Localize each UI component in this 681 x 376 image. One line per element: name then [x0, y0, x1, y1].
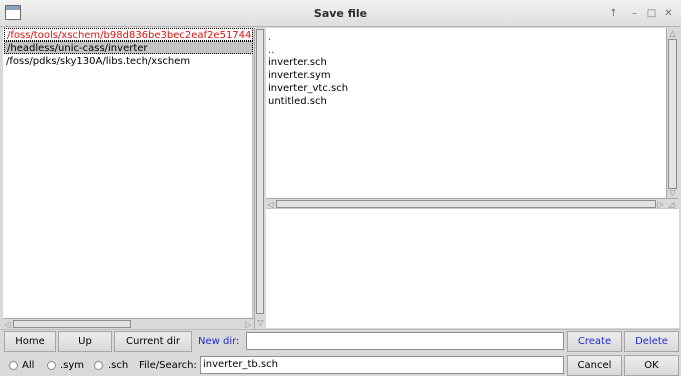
- scrollbar-thumb[interactable]: [276, 200, 656, 208]
- directory-vertical-scrollbar[interactable]: ▽: [254, 28, 265, 329]
- scrollbar-thumb[interactable]: [13, 320, 131, 328]
- file-list-item[interactable]: inverter.sch: [268, 56, 327, 69]
- new-dir-label: New dir:: [198, 336, 240, 347]
- minimize-icon[interactable]: –: [628, 7, 641, 20]
- maximize-icon[interactable]: □: [645, 7, 658, 20]
- directory-item[interactable]: /foss/pdks/sky130A/libs.tech/xschem: [4, 55, 190, 68]
- filter-sch-label: .sch: [108, 360, 129, 371]
- filter-sch-radio[interactable]: [94, 361, 103, 370]
- scrollbar-thumb[interactable]: [256, 29, 264, 314]
- file-list[interactable]: . .. inverter.sch inverter.sym inverter_…: [266, 28, 666, 198]
- window-title: Save file: [313, 7, 368, 20]
- filter-sym-label: .sym: [60, 360, 85, 371]
- scroll-left-arrow-icon[interactable]: ◁: [3, 320, 12, 329]
- file-list-item[interactable]: inverter_vtc.sch: [268, 82, 348, 95]
- directory-item-active[interactable]: /foss/tools/xschem/b98d836be3bec2eaf2e51…: [4, 28, 253, 41]
- filter-sym-radio[interactable]: [47, 361, 56, 370]
- file-search-label: File/Search:: [139, 360, 197, 371]
- file-vertical-scrollbar[interactable]: △ ▽: [666, 28, 678, 198]
- close-icon[interactable]: ✕: [662, 7, 675, 20]
- title-bar[interactable]: Save file ↑ – □ ✕: [0, 0, 681, 27]
- file-list-item[interactable]: inverter.sym: [268, 69, 331, 82]
- home-button[interactable]: Home: [4, 331, 56, 352]
- directory-item-selected[interactable]: /headless/unic-cass/inverter: [4, 41, 253, 54]
- filter-all-radio[interactable]: [9, 361, 18, 370]
- new-dir-input[interactable]: [246, 332, 564, 350]
- ok-button[interactable]: OK: [624, 355, 679, 376]
- directory-list[interactable]: /foss/tools/xschem/b98d836be3bec2eaf2e51…: [3, 28, 253, 318]
- keep-above-icon[interactable]: ↑: [607, 7, 620, 20]
- cancel-button[interactable]: Cancel: [567, 355, 622, 376]
- scroll-right-arrow-icon[interactable]: ▷: [244, 320, 253, 329]
- up-button[interactable]: Up: [58, 331, 112, 352]
- scrollbar-thumb[interactable]: [668, 39, 677, 189]
- scroll-down-arrow-icon[interactable]: ▽: [668, 188, 677, 197]
- file-list-item[interactable]: untitled.sch: [268, 95, 327, 108]
- directory-horizontal-scrollbar[interactable]: ◁ ▷: [3, 318, 254, 329]
- delete-button[interactable]: Delete: [624, 331, 679, 352]
- divider: [0, 329, 681, 330]
- file-search-input[interactable]: inverter_tb.sch: [200, 356, 564, 374]
- scroll-down-arrow-icon[interactable]: ▽: [256, 318, 265, 327]
- preview-area: [266, 208, 679, 328]
- filter-all-label: All: [22, 360, 35, 371]
- current-dir-button[interactable]: Current dir: [114, 331, 192, 352]
- scroll-up-arrow-icon[interactable]: △: [668, 29, 677, 38]
- file-list-item-current-dir[interactable]: .: [268, 31, 271, 44]
- create-button[interactable]: Create: [567, 331, 622, 352]
